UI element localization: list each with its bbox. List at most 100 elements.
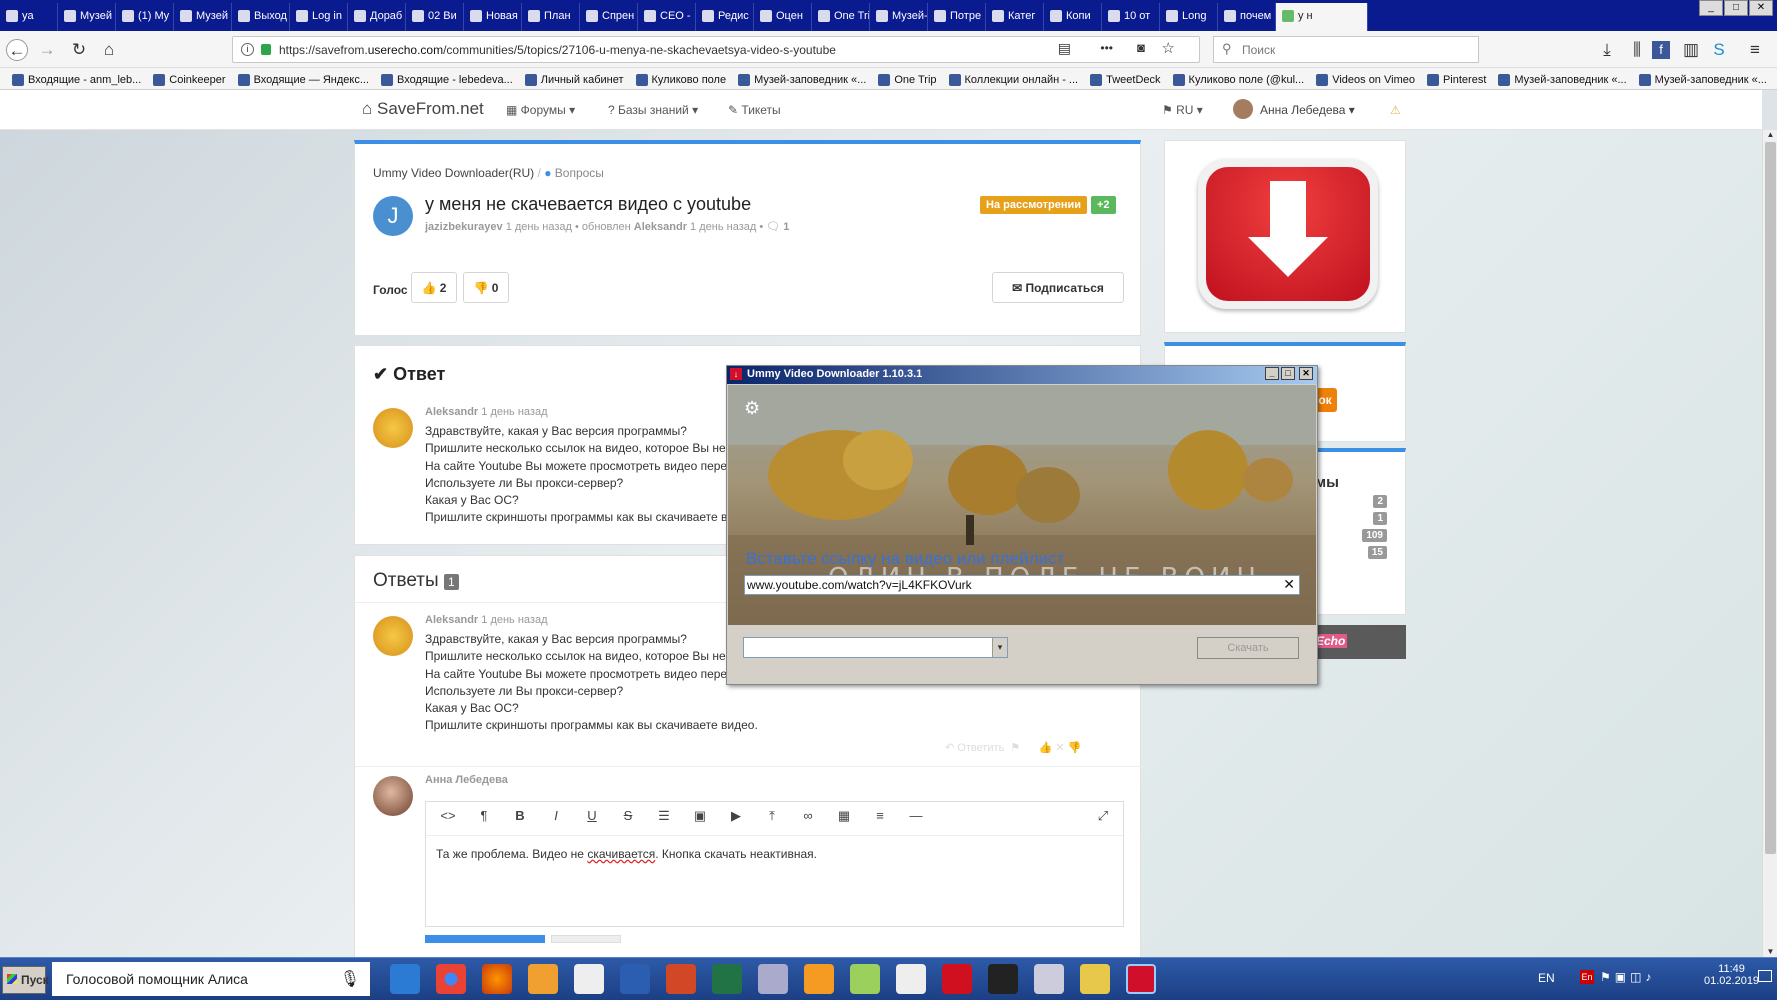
image-icon[interactable]: ▣ — [682, 808, 718, 835]
bookmark-item[interactable]: Музей-заповедник «... — [1638, 71, 1767, 89]
italic-icon[interactable]: I — [538, 808, 574, 835]
browser-tab[interactable]: Long — [1160, 3, 1218, 31]
scroll-up-icon[interactable]: ▲ — [1765, 130, 1776, 140]
menu-forums[interactable]: ▦ Форумы ▾ — [506, 103, 575, 117]
sidebar-icon[interactable]: ▥ — [1680, 39, 1702, 61]
library-icon[interactable]: ⫼ — [1626, 39, 1648, 61]
page-actions-icon[interactable]: ••• — [1100, 41, 1113, 55]
notepad-icon[interactable] — [574, 964, 604, 994]
format-select[interactable]: ▾ — [743, 637, 1008, 658]
search-input[interactable]: ⚲ Поиск — [1213, 36, 1479, 63]
download-button[interactable]: Скачать — [1197, 637, 1299, 659]
bookmark-star-icon[interactable]: ☆ — [1162, 39, 1175, 57]
editor-text-area[interactable]: Та же проблема. Видео не скачивается. Кн… — [426, 836, 1123, 872]
evernote-icon[interactable] — [850, 964, 880, 994]
bookmark-item[interactable]: Входящие — Яндекс... — [237, 71, 369, 89]
code-view-icon[interactable]: <> — [430, 808, 466, 835]
close-window-button[interactable]: ✕ — [1749, 0, 1773, 16]
bookmark-item[interactable]: Куликово поле (@kul... — [1172, 71, 1304, 89]
bold-icon[interactable]: B — [502, 808, 538, 835]
browser-tab[interactable]: Новая — [464, 3, 522, 31]
scroll-down-icon[interactable]: ▼ — [1765, 947, 1776, 957]
menu-tickets[interactable]: ✎ Тикеты — [728, 103, 781, 117]
powerpoint-icon[interactable] — [666, 964, 696, 994]
browser-tab[interactable]: ya — [0, 3, 58, 31]
fullscreen-icon[interactable]: ⤢ — [1091, 808, 1115, 824]
movie-maker-icon[interactable] — [988, 964, 1018, 994]
browser-tab[interactable]: почем — [1218, 3, 1276, 31]
align-icon[interactable]: ≡ — [862, 808, 898, 835]
browser-tab[interactable]: 10 от — [1102, 3, 1160, 31]
topic-updater[interactable]: Aleksandr — [634, 221, 687, 233]
info-icon[interactable]: i — [241, 43, 254, 56]
downvote-button[interactable]: 👎 0 — [463, 272, 509, 303]
strikethrough-icon[interactable]: S — [610, 808, 646, 835]
dialog-maximize-button[interactable]: □ — [1281, 367, 1295, 380]
outlook-icon[interactable] — [528, 964, 558, 994]
pocket-icon[interactable]: ◙ — [1137, 40, 1145, 55]
browser-tab[interactable]: One Trip — [812, 3, 870, 31]
browser-tab[interactable]: Музей-запо — [870, 3, 928, 31]
document-icon[interactable] — [896, 964, 926, 994]
acrobat-icon[interactable] — [942, 964, 972, 994]
browser-tab[interactable]: Log in — [290, 3, 348, 31]
link-icon[interactable]: ∞ — [790, 808, 826, 835]
chrome-icon[interactable] — [436, 964, 466, 994]
bookmark-item[interactable]: Входящие - lebedeva... — [381, 71, 513, 89]
reply-link[interactable]: ↶ Ответить — [945, 742, 1004, 754]
word-icon[interactable] — [620, 964, 650, 994]
input-language[interactable]: EN — [1538, 971, 1555, 985]
tray-icons[interactable]: ⚑▣◫♪ — [1600, 970, 1655, 984]
bookmark-item[interactable]: Coinkeeper — [153, 71, 226, 89]
bookmark-item[interactable]: Pinterest — [1426, 71, 1486, 89]
clear-url-icon[interactable]: ✕ — [1283, 576, 1295, 593]
menu-knowledge[interactable]: ? Базы знаний ▾ — [608, 103, 698, 117]
bookmark-item[interactable]: Музей-заповедник «... — [1498, 71, 1627, 89]
downloads-icon[interactable]: ⤓ — [1596, 39, 1618, 61]
language-selector[interactable]: ⚑ RU ▾ — [1162, 103, 1203, 117]
scroll-thumb[interactable] — [1765, 142, 1776, 854]
bookmark-item[interactable]: Личный кабинет — [524, 71, 624, 89]
bookmark-item[interactable]: Коллекции онлайн - ... — [948, 71, 1078, 89]
browser-tab[interactable]: CEO - — [638, 3, 696, 31]
cancel-button[interactable] — [551, 935, 621, 943]
reload-icon[interactable]: ↻ — [68, 39, 90, 61]
browser-tab[interactable]: Копи — [1044, 3, 1102, 31]
forward-button-icon[interactable]: → — [36, 39, 58, 61]
notification-icon[interactable]: ⚠ — [1390, 103, 1401, 117]
dropdown-arrow-icon[interactable]: ▾ — [992, 638, 1007, 657]
browser-tab[interactable]: у н — [1276, 3, 1368, 31]
underline-icon[interactable]: U — [574, 808, 610, 835]
subscribe-button[interactable]: ✉ Подписаться — [992, 272, 1124, 303]
browser-tab[interactable]: Спрен — [580, 3, 638, 31]
keyboard-layout-icon[interactable]: En — [1580, 970, 1594, 984]
browser-tab[interactable]: Дораб — [348, 3, 406, 31]
browser-tab[interactable]: Катег — [986, 3, 1044, 31]
breadcrumb-category[interactable]: Вопросы — [555, 166, 604, 180]
upvote-button[interactable]: 👍 2 — [411, 272, 457, 303]
page-scrollbar[interactable]: ▲ ▼ — [1762, 130, 1777, 957]
browser-tab[interactable]: (1) My — [116, 3, 174, 31]
bookmark-item[interactable]: Входящие - anm_leb... — [12, 71, 141, 89]
bookmark-item[interactable]: Куликово поле — [635, 71, 726, 89]
bookmark-item[interactable]: TweetDeck — [1090, 71, 1161, 89]
back-button-icon[interactable]: ← — [6, 39, 28, 61]
address-bar[interactable]: i https://savefrom.userecho.com/communit… — [232, 36, 1200, 63]
excel-icon[interactable] — [712, 964, 742, 994]
paint-icon[interactable] — [1034, 964, 1064, 994]
user-menu[interactable]: Анна Лебедева ▾ — [1260, 103, 1355, 117]
bookmark-item[interactable]: Videos on Vimeo — [1316, 71, 1415, 89]
submit-button[interactable] — [425, 935, 545, 943]
video-icon[interactable]: ▶ — [718, 808, 754, 835]
settings-icon[interactable]: ⚙ — [744, 398, 760, 419]
facebook-icon[interactable]: f — [1652, 41, 1670, 59]
reader-icon[interactable]: ▤ — [1058, 40, 1071, 57]
browser-tab[interactable]: Выход — [232, 3, 290, 31]
home-icon[interactable]: ⌂ — [98, 39, 120, 61]
start-button[interactable]: Пуск — [2, 966, 49, 994]
browser-tab[interactable]: План — [522, 3, 580, 31]
paragraph-icon[interactable]: ¶ — [466, 808, 502, 835]
browser-tab[interactable]: 02 Ви — [406, 3, 464, 31]
breadcrumb-forum[interactable]: Ummy Video Downloader(RU) — [373, 166, 534, 180]
firefox-icon[interactable] — [482, 964, 512, 994]
